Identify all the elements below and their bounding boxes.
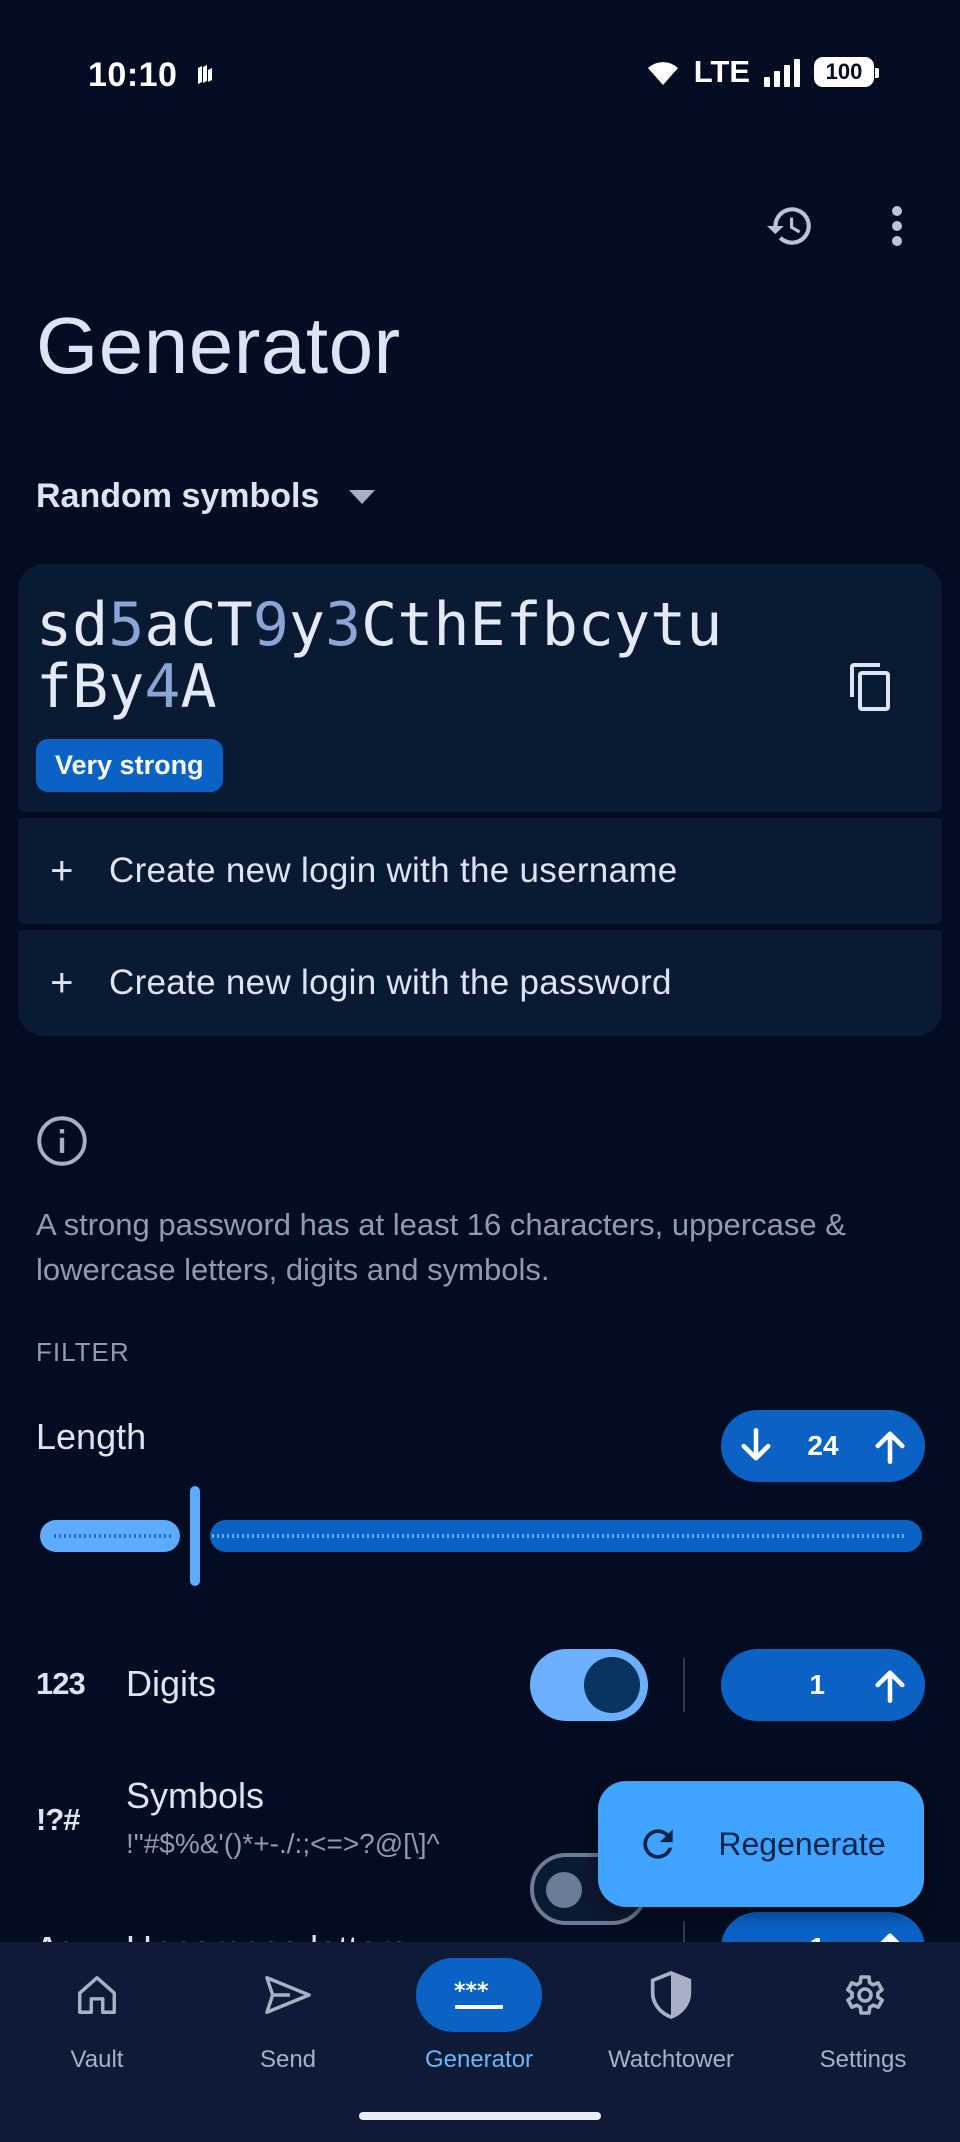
digits-label: Digits [126, 1663, 217, 1704]
create-login-password-label: Create new login with the password [109, 963, 672, 1002]
length-label: Length [36, 1416, 147, 1457]
nav-watchtower-label: Watchtower [608, 2046, 734, 2073]
digits-toggle[interactable] [530, 1649, 648, 1721]
notification-icon [198, 65, 212, 84]
send-icon [265, 1976, 311, 2014]
plus-icon: + [50, 848, 74, 893]
regenerate-button[interactable]: Regenerate [598, 1781, 924, 1907]
password-chars: CthEfbcytu [361, 590, 723, 660]
password-chars: A [180, 652, 217, 722]
nav-watchtower[interactable]: Watchtower [581, 1958, 761, 2074]
password-line-2: fBy4A [36, 656, 796, 718]
nav-generator-pill: *** [416, 1958, 542, 2032]
regenerate-label: Regenerate [718, 1825, 886, 1862]
generator-mode-dropdown[interactable]: Random symbols [36, 477, 376, 516]
nav-vault[interactable]: Vault [7, 1958, 187, 2074]
network-type: LTE [693, 54, 750, 89]
svg-text:***: *** [454, 1979, 489, 2004]
arrow-up-icon [875, 1431, 905, 1465]
slider-thumb[interactable] [190, 1486, 200, 1586]
home-icon [78, 1976, 116, 2014]
history-icon [767, 207, 811, 245]
length-value: 24 [807, 1430, 839, 1461]
generated-password: sd5aCT9y3CthEfbcytu fBy4A [36, 594, 796, 718]
digits-count-stepper: 1 [721, 1649, 925, 1721]
slider-inactive-track [210, 1520, 922, 1552]
more-options-button[interactable] [870, 196, 924, 256]
divider [683, 1658, 685, 1712]
digits-increase-button[interactable] [869, 1664, 911, 1706]
length-decrease-button[interactable] [735, 1425, 777, 1467]
password-chars: fBy [36, 652, 145, 722]
wifi-icon [647, 62, 678, 85]
symbols-label: Symbols [126, 1775, 265, 1816]
symbols-icon: !?# [36, 1802, 80, 1837]
length-stepper: 24 [721, 1410, 925, 1482]
password-digit: 5 [108, 590, 145, 660]
toggle-knob [584, 1657, 640, 1713]
nav-settings-pill [800, 1958, 926, 2032]
nav-send-label: Send [259, 2046, 317, 2073]
plus-icon: + [50, 960, 74, 1005]
generator-mode-label: Random symbols [36, 477, 320, 515]
nav-generator[interactable]: *** Generator [389, 1958, 569, 2074]
create-login-username-button[interactable]: + Create new login with the username [18, 818, 942, 924]
nav-vault-label: Vault [70, 2046, 124, 2073]
gear-icon [846, 1975, 884, 2015]
nav-vault-pill [34, 1958, 160, 2032]
symbols-characters: !"#$%&'()*+-./:;<=>?@[\]^ [126, 1828, 440, 1859]
more-vert-icon [892, 206, 902, 246]
copy-button[interactable] [840, 658, 900, 718]
history-button[interactable] [760, 196, 820, 256]
info-icon [37, 1116, 87, 1166]
nav-settings-label: Settings [819, 2046, 907, 2073]
arrow-up-icon [875, 1670, 905, 1704]
home-indicator [359, 2112, 601, 2120]
password-chars: aCT [144, 590, 253, 660]
password-chars: y [288, 590, 325, 660]
strength-badge: Very strong [36, 739, 223, 792]
page-title: Generator [36, 301, 401, 390]
nav-watchtower-pill [608, 1958, 734, 2032]
nav-settings[interactable]: Settings [773, 1958, 953, 2074]
asterisks-icon: *** [454, 1979, 503, 2009]
shield-icon [650, 1971, 692, 2019]
refresh-icon [643, 1829, 674, 1859]
nav-generator-label: Generator [424, 2046, 534, 2073]
nav-send-pill [225, 1958, 351, 2032]
status-indicators: LTE 100 [644, 54, 879, 90]
digits-icon: 123 [36, 1666, 86, 1701]
digits-count: 1 [809, 1669, 825, 1700]
signal-icon [764, 59, 800, 87]
password-digit: 9 [252, 590, 289, 660]
create-login-username-label: Create new login with the username [109, 851, 678, 890]
password-hint: A strong password has at least 16 charac… [36, 1207, 846, 1287]
password-line-1: sd5aCT9y3CthEfbcytu [36, 594, 796, 656]
nav-send[interactable]: Send [198, 1958, 378, 2074]
password-digit: 4 [144, 652, 181, 722]
password-chars: sd [36, 590, 109, 660]
create-login-password-button[interactable]: + Create new login with the password [18, 930, 942, 1036]
length-increase-button[interactable] [869, 1425, 911, 1467]
password-digit: 3 [325, 590, 362, 660]
length-slider[interactable] [36, 1486, 922, 1586]
toggle-knob [546, 1872, 582, 1908]
status-time: 10:10 [88, 56, 178, 94]
filter-heading: FILTER [36, 1337, 130, 1367]
dropdown-arrow-icon [349, 489, 376, 504]
arrow-down-icon [741, 1427, 771, 1461]
copy-icon [850, 663, 890, 711]
battery-indicator: 100 [814, 57, 879, 87]
